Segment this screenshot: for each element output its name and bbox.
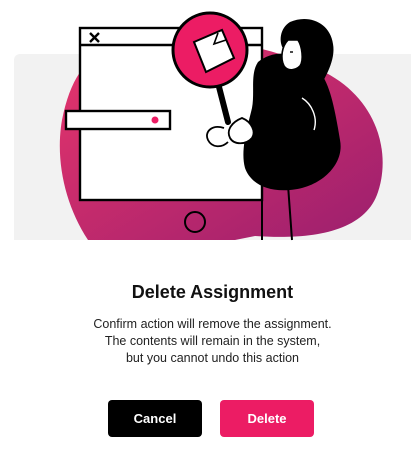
- message-line: but you cannot undo this action: [125, 351, 300, 365]
- dialog-title: Delete Assignment: [131, 282, 294, 302]
- search-bar: [64, 109, 172, 131]
- cancel-button[interactable]: Cancel: [108, 400, 202, 437]
- message-line: Confirm action will remove the assignmen…: [93, 317, 332, 331]
- delete-dialog: Delete Assignment Confirm action will re…: [0, 0, 411, 456]
- delete-illustration: [59, 11, 383, 241]
- dialog-message: Confirm action will remove the assignmen…: [14, 316, 411, 367]
- delete-button[interactable]: Delete: [220, 400, 314, 437]
- message-line: The contents will remain in the system,: [104, 334, 321, 348]
